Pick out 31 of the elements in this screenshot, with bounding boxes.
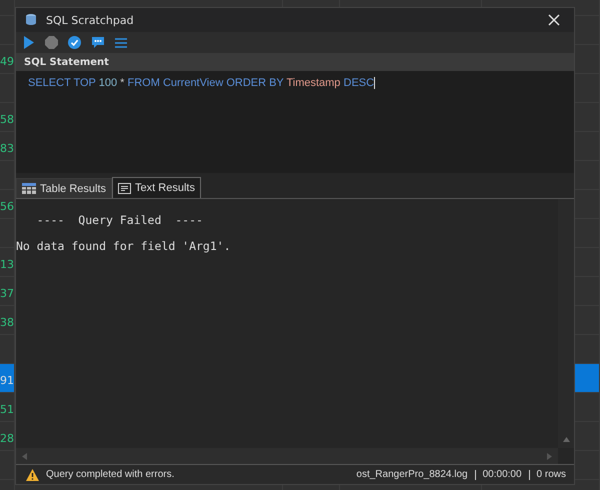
row-number: 91 <box>0 374 14 387</box>
database-icon <box>24 13 38 27</box>
results-tab[interactable]: Text Results <box>112 177 201 198</box>
scroll-left-icon[interactable] <box>22 452 27 460</box>
row-number: 28 <box>0 432 14 445</box>
row-number: 38 <box>0 316 14 329</box>
row-number: 83 <box>0 142 14 155</box>
row-number: 51 <box>0 403 14 416</box>
status-message: Query completed with errors. <box>46 469 174 480</box>
check-button[interactable] <box>65 34 84 51</box>
row-number: 13 <box>0 258 14 271</box>
output-text: ---- Query Failed ---- <box>36 213 204 227</box>
row-number: 37 <box>0 287 14 300</box>
text-document-icon <box>118 182 132 194</box>
table-icon <box>22 183 36 194</box>
row-number: 56 <box>0 200 14 213</box>
output-text: No data found for field 'Arg1'. <box>16 239 232 253</box>
warning-icon <box>26 468 39 480</box>
scroll-right-icon[interactable] <box>547 452 552 460</box>
elapsed-time: 00:00:00 <box>482 469 522 480</box>
window-title: SQL Scratchpad <box>46 14 135 26</box>
row-count: 0 rows <box>536 469 566 480</box>
log-file-name: ost_RangerPro_8824.log <box>356 469 468 480</box>
vertical-scrollbar[interactable] <box>558 199 574 448</box>
section-header: SQL Statement <box>24 56 109 68</box>
row-number: 49 <box>0 55 14 68</box>
close-icon <box>548 14 560 26</box>
horizontal-scrollbar[interactable] <box>16 448 558 464</box>
row-number: 58 <box>0 113 14 126</box>
scroll-up-icon[interactable] <box>562 437 570 442</box>
results-tab[interactable]: Table Results <box>16 178 112 198</box>
